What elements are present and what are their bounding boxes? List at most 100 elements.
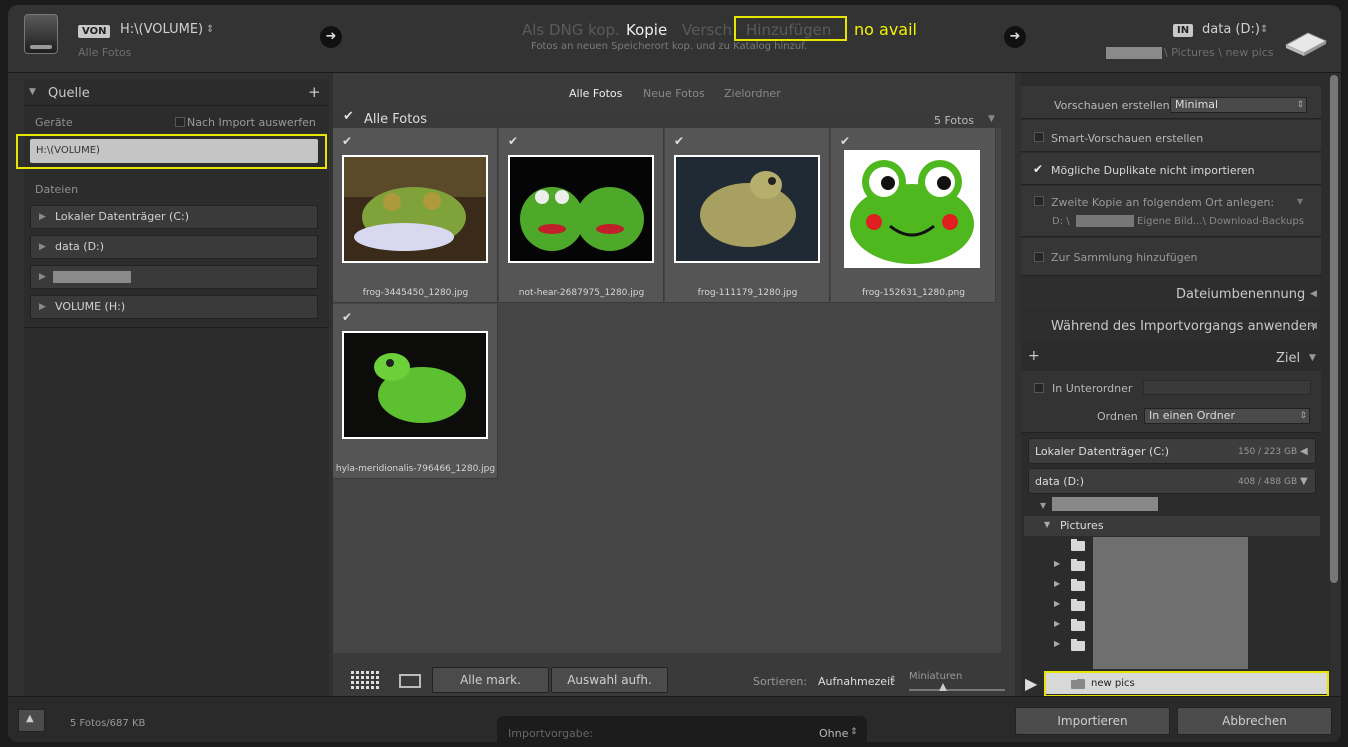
thumb-size-slider[interactable] — [909, 689, 1005, 691]
previews-select[interactable]: Minimal — [1170, 97, 1307, 113]
triangle-right-icon: ▶ — [1025, 674, 1038, 693]
folder-icon — [1071, 599, 1085, 611]
triangle-right-icon[interactable]: ▶ — [1054, 619, 1060, 628]
drive-row-h[interactable]: ▶ VOLUME (H:) — [30, 295, 318, 319]
photo-cell[interactable]: ✔ hyla-meridionalis-796466_1280.jpg — [333, 304, 498, 479]
triangle-right-icon[interactable]: ▶ — [1054, 579, 1060, 588]
smart-checkbox[interactable] — [1034, 132, 1044, 142]
photo-thumbnail[interactable] — [844, 150, 980, 268]
photo-cell[interactable]: ✔ frog-111179_1280.jpg — [665, 128, 830, 303]
check-icon[interactable]: ✔ — [343, 109, 354, 124]
tab-all-photos[interactable]: Alle Fotos — [569, 87, 622, 100]
grid-view-icon[interactable] — [351, 669, 379, 689]
chevron-updown-icon[interactable]: ⇕ — [206, 24, 214, 35]
triangle-right-icon: ▶ — [39, 302, 46, 312]
chevron-updown-icon[interactable]: ⇕ — [850, 727, 858, 737]
status-text: 5 Fotos/687 KB — [70, 718, 146, 729]
triangle-left-icon[interactable]: ◀ — [1300, 446, 1308, 457]
eject-label: Nach Import auswerfen — [187, 116, 316, 129]
source-badge: VON — [78, 25, 111, 38]
devices-label: Geräte — [35, 116, 73, 129]
thumbnail-grid: ✔ frog-3445450_1280.jpg ✔ not-hear-26879… — [333, 128, 1001, 653]
settings-scrollbar[interactable] — [1330, 75, 1338, 583]
drive-row-redacted[interactable]: ▶ — [30, 265, 318, 289]
smart-label: Smart-Vorschauen erstellen — [1051, 132, 1204, 145]
previews-label: Vorschauen erstellen — [1054, 99, 1170, 112]
tab-new-photos[interactable]: Neue Fotos — [643, 87, 705, 100]
cancel-button[interactable]: Abbrechen — [1177, 707, 1332, 735]
second-copy-checkbox[interactable] — [1034, 196, 1044, 206]
photo-filename: frog-3445450_1280.jpg — [362, 288, 469, 298]
source-panel-title: Quelle — [48, 86, 90, 101]
triangle-right-icon[interactable]: ▶ — [1054, 639, 1060, 648]
preset-select[interactable]: Ohne — [819, 727, 848, 740]
photo-cell[interactable]: ✔ not-hear-2687975_1280.jpg — [499, 128, 664, 303]
eject-checkbox[interactable] — [175, 117, 185, 127]
photo-thumbnail[interactable] — [342, 155, 488, 263]
grid-scrollbar[interactable] — [1003, 128, 1011, 653]
mode-dng[interactable]: Als DNG kop. — [522, 21, 620, 39]
panel-border — [24, 327, 329, 328]
mode-move[interactable]: Versch. — [682, 21, 737, 39]
subfolder-checkbox[interactable] — [1034, 383, 1044, 393]
tab-dest-folder[interactable]: Zielordner — [724, 87, 781, 100]
drive-d-usage: 408 / 488 GB — [1238, 477, 1298, 487]
triangle-down-icon[interactable]: ▼ — [988, 114, 995, 124]
triangle-down-icon[interactable]: ▼ — [1040, 501, 1046, 510]
drive-row-c[interactable]: ▶ Lokaler Datenträger (C:) — [30, 205, 318, 229]
source-path[interactable]: H:\(VOLUME) — [120, 22, 203, 37]
triangle-down-icon[interactable]: ▼ — [1297, 197, 1303, 206]
hard-drive-icon[interactable] — [24, 14, 58, 54]
organize-label: Ordnen — [1097, 410, 1138, 423]
triangle-left-icon[interactable]: ◀ — [1310, 321, 1317, 331]
check-icon[interactable]: ✔ — [508, 134, 518, 148]
arrow-right-icon: ➜ — [320, 26, 342, 48]
triangle-down-icon[interactable]: ▼ — [1044, 520, 1050, 529]
loupe-view-icon[interactable] — [399, 674, 421, 688]
photo-thumbnail[interactable] — [674, 155, 820, 263]
rename-panel-title: Dateiumbenennung — [1176, 287, 1306, 302]
dest-subtitle: \ Pictures \ new pics — [1164, 46, 1274, 59]
kermit-image — [510, 157, 652, 261]
redacted-block — [1106, 47, 1162, 59]
check-all-button[interactable]: Alle mark. — [432, 667, 549, 693]
photo-thumbnail[interactable] — [342, 331, 488, 439]
subfolder-input[interactable] — [1143, 380, 1311, 395]
check-icon[interactable]: ✔ — [674, 134, 684, 148]
dest-badge: IN — [1173, 24, 1194, 37]
photo-filename: frog-152631_1280.png — [862, 288, 965, 298]
folder-icon — [1071, 619, 1085, 631]
plus-icon[interactable]: + — [1028, 348, 1040, 364]
uncheck-all-button[interactable]: Auswahl aufh. — [551, 667, 668, 693]
triangle-right-icon[interactable]: ▶ — [1054, 599, 1060, 608]
chevron-updown-icon[interactable]: ⇕ — [1260, 24, 1268, 35]
drive-row-d[interactable]: ▶ data (D:) — [30, 235, 318, 259]
photo-cell[interactable]: ✔ frog-3445450_1280.jpg — [333, 128, 498, 303]
collection-checkbox[interactable] — [1034, 252, 1044, 262]
dest-path[interactable]: data (D:) — [1202, 22, 1260, 37]
triangle-down-icon[interactable]: ▼ — [1309, 353, 1316, 363]
dest-panel-title: Ziel — [1276, 351, 1301, 366]
second-copy-path-suffix: Eigene Bild...\ Download-Backups — [1137, 216, 1304, 227]
check-icon[interactable]: ✔ — [840, 134, 850, 148]
triangle-left-icon[interactable]: ◀ — [1310, 289, 1317, 299]
mode-copy[interactable]: Kopie — [626, 21, 667, 39]
triangle-down-icon[interactable]: ▼ — [29, 87, 36, 97]
drive-label: Lokaler Datenträger (C:) — [55, 210, 190, 223]
import-button[interactable]: Importieren — [1015, 707, 1170, 735]
chevron-updown-icon[interactable]: ⇕ — [889, 675, 897, 685]
photo-count: 5 Fotos — [934, 114, 974, 127]
check-icon[interactable]: ✔ — [342, 134, 352, 148]
triangle-right-icon[interactable]: ▶ — [1054, 559, 1060, 568]
photo-cell[interactable]: ✔ frog-152631_1280.png — [831, 128, 996, 303]
check-icon[interactable]: ✔ — [1033, 162, 1043, 176]
drive-label: data (D:) — [55, 240, 105, 253]
organize-select[interactable]: In einen Ordner — [1144, 408, 1310, 424]
photo-thumbnail[interactable] — [508, 155, 654, 263]
sort-select[interactable]: Aufnahmezeit — [818, 675, 894, 688]
plus-icon[interactable]: + — [308, 83, 321, 101]
external-drive-icon[interactable] — [1284, 31, 1328, 57]
settings-panel: Vorschauen erstellen Minimal Smart-Vorsc… — [1021, 73, 1331, 697]
check-icon[interactable]: ✔ — [342, 310, 352, 324]
triangle-down-icon[interactable]: ▼ — [1300, 476, 1308, 487]
